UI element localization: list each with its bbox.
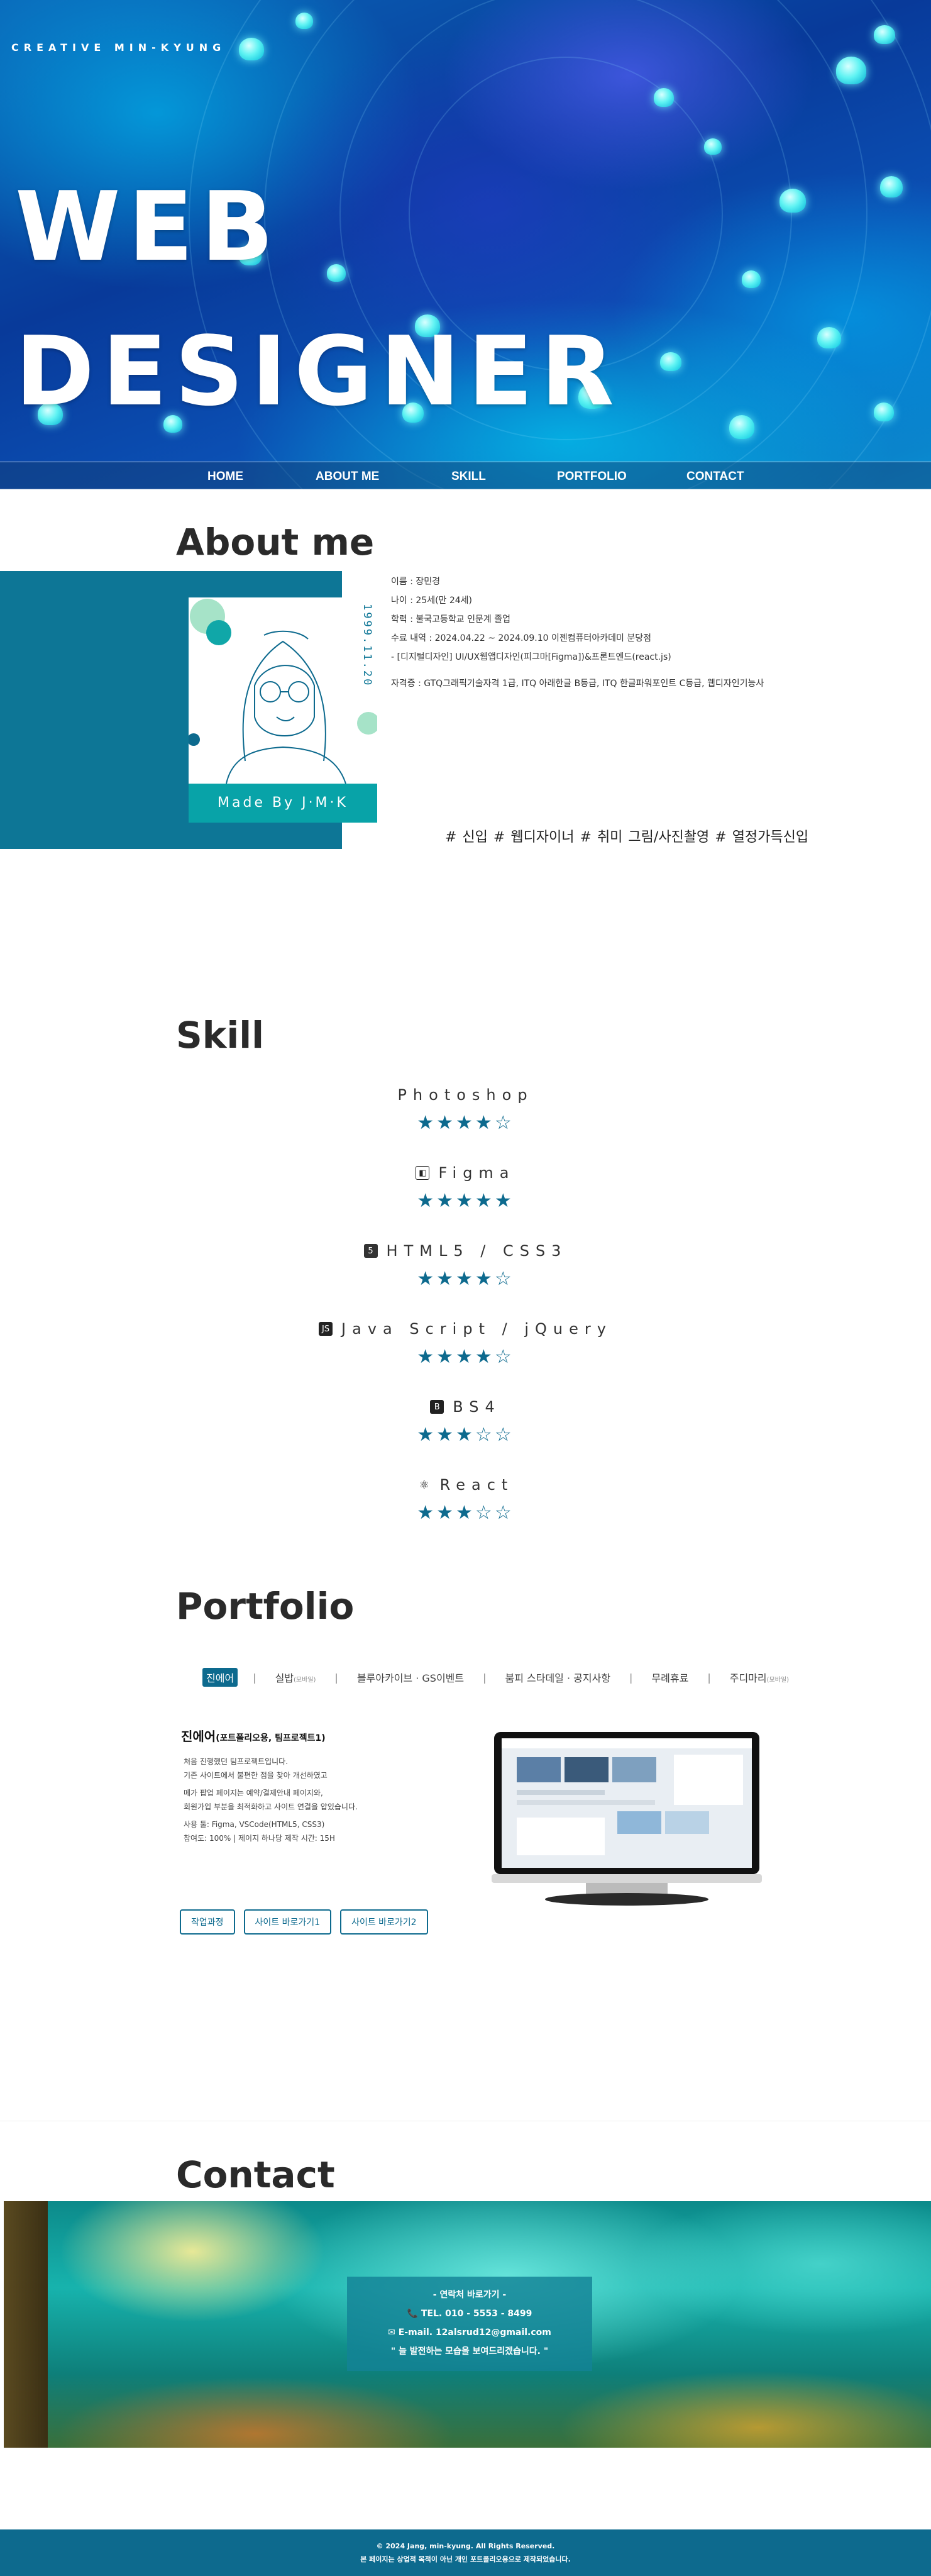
portfolio-buttons: 작업과정 사이트 바로가기1 사이트 바로가기2 xyxy=(180,1909,428,1935)
jellyfish-image xyxy=(874,25,895,44)
tab-separator: | xyxy=(334,1671,338,1684)
skill-item: Photoshop ★★★★☆ xyxy=(0,1084,931,1136)
skill-name: Photoshop xyxy=(397,1086,534,1104)
about-info: 이름 : 장민경 나이 : 25세(만 24세) 학력 : 불국고등학교 인문계… xyxy=(391,572,764,693)
nav-contact[interactable]: CONTACT xyxy=(686,470,744,484)
contact-title: Contact xyxy=(176,2153,335,2196)
footer: © 2024 Jang, min-kyung. All Rights Reser… xyxy=(0,2529,931,2576)
skill-item: ◧ Figma ★★★★★ xyxy=(0,1162,931,1214)
portfolio-tab-silbap[interactable]: 실밥(모바일) xyxy=(272,1668,320,1687)
skill-item: JS Java Script / jQuery ★★★★☆ xyxy=(0,1318,931,1370)
skill-item: 5 HTML5 / CSS3 ★★★★☆ xyxy=(0,1240,931,1292)
skill-name: HTML5 / CSS3 xyxy=(386,1242,568,1260)
about-title: About me xyxy=(176,521,375,564)
jellyfish-image xyxy=(327,264,346,282)
jellyfish-image xyxy=(836,57,866,84)
react-icon: ⚛ xyxy=(419,1478,429,1492)
contact-heading: - 연락처 바로가기 - xyxy=(432,2290,507,2300)
contact-phone-link[interactable]: 📞 TEL. 010 - 5553 - 8499 xyxy=(347,2304,592,2323)
jellyfish-image xyxy=(654,88,674,107)
info-education: 학력 : 불국고등학교 인문계 졸업 xyxy=(391,614,510,625)
tab-separator: | xyxy=(629,1671,633,1684)
site-link-1-button[interactable]: 사이트 바로가기1 xyxy=(243,1909,332,1935)
info-certificates: 자격증 : GTQ그래픽기술자격 1급, ITQ 아래한글 B등급, ITQ 한… xyxy=(391,679,764,689)
skill-rating: ★★★★☆ xyxy=(417,1112,514,1134)
skill-rating: ★★★☆☆ xyxy=(417,1502,514,1524)
portfolio-tab-bluearchive[interactable]: 블루아카이브 · GS이벤트 xyxy=(353,1668,468,1687)
jellyfish-image xyxy=(874,402,894,421)
tab-separator: | xyxy=(253,1671,256,1684)
portfolio-tab-startdale[interactable]: 붐피 스타데일 · 공지사항 xyxy=(502,1668,615,1687)
process-button[interactable]: 작업과정 xyxy=(180,1909,235,1935)
skill-name: BS4 xyxy=(453,1398,501,1416)
nav-portfolio[interactable]: PORTFOLIO xyxy=(557,470,627,484)
jellyfish-image xyxy=(704,138,722,155)
jellyfish-image xyxy=(742,270,761,288)
wood-post xyxy=(4,2201,48,2448)
skill-rating: ★★★★☆ xyxy=(417,1346,514,1368)
profile-illustration xyxy=(187,599,380,784)
jellyfish-image xyxy=(660,352,681,371)
hero-title-line2: DESIGNER xyxy=(15,316,622,427)
skill-item: B BS4 ★★★☆☆ xyxy=(0,1396,931,1448)
hero-section: CREATIVE MIN-KYUNG WEB DESIGNER HOME ABO… xyxy=(0,0,931,489)
skill-name: Java Script / jQuery xyxy=(341,1320,612,1338)
jellyfish-image xyxy=(295,13,313,29)
project-title: 진에어(포트폴리오용, 팀프로젝트1) xyxy=(181,1729,326,1744)
skill-name: Figma xyxy=(438,1164,515,1182)
skill-item: ⚛ React ★★★☆☆ xyxy=(0,1474,931,1526)
monitor-mockup-image xyxy=(492,1732,762,1906)
portfolio-tab-jinair[interactable]: 진에어 xyxy=(202,1668,238,1687)
portfolio-tab-vacation[interactable]: 무례휴료 xyxy=(647,1668,692,1687)
jellyfish-image xyxy=(817,327,841,348)
profile-card: Made By J·M·K xyxy=(187,597,380,823)
info-course: 수료 내역 : 2024.04.22 ~ 2024.09.10 이젠컴퓨터아카데… xyxy=(391,633,651,643)
jellyfish-image xyxy=(780,189,806,213)
nav-about-me[interactable]: ABOUT ME xyxy=(316,470,379,484)
contact-message: " 늘 발전하는 모습을 보여드리겠습니다. " xyxy=(390,2346,549,2357)
portfolio-tabs: 진에어 | 실밥(모바일) | 블루아카이브 · GS이벤트 | 붐피 스타데일… xyxy=(202,1668,793,1687)
info-age: 나이 : 25세(만 24세) xyxy=(391,596,473,606)
hero-title-line1: WEB xyxy=(15,171,282,282)
tab-separator: | xyxy=(483,1671,487,1684)
skill-title: Skill xyxy=(176,1014,264,1057)
jellyfish-image xyxy=(239,38,264,60)
figma-icon: ◧ xyxy=(416,1166,430,1180)
footer-notice: 본 페이지는 상업적 목적이 아닌 개인 포트폴리오용으로 제작되었습니다. xyxy=(360,2555,571,2563)
project-description: 처음 진행했던 팀프로젝트입니다. 기존 사이트에서 불편한 점을 찾아 개선하… xyxy=(184,1757,358,1843)
portfolio-tab-judimari[interactable]: 주디마리(모바일) xyxy=(726,1668,793,1687)
bootstrap-icon: B xyxy=(430,1400,444,1414)
html5-icon: 5 xyxy=(363,1244,378,1258)
skill-rating: ★★★★★ xyxy=(417,1190,514,1212)
jellyfish-image xyxy=(729,415,754,439)
footer-copyright: © 2024 Jang, min-kyung. All Rights Reser… xyxy=(376,2542,555,2550)
contact-email-link[interactable]: ✉ E-mail. 12alsrud12@gmail.com xyxy=(347,2323,592,2342)
skill-name: React xyxy=(439,1476,514,1494)
jellyfish-image xyxy=(880,176,903,197)
tab-separator: | xyxy=(707,1671,711,1684)
main-nav: HOME ABOUT ME SKILL PORTFOLIO CONTACT xyxy=(0,462,931,489)
skill-rating: ★★★☆☆ xyxy=(417,1424,514,1446)
about-tags: # 신입 # 웹디자이너 # 취미 그림/사진촬영 # 열정가득신입 xyxy=(445,830,809,845)
portfolio-title: Portfolio xyxy=(176,1585,355,1628)
nav-home[interactable]: HOME xyxy=(207,470,243,484)
profile-caption: Made By J·M·K xyxy=(189,784,377,823)
skill-rating: ★★★★☆ xyxy=(417,1268,514,1290)
info-course-detail: - [디지털디자인] UI/UX웹앱디자인(피그마[Figma])&프론트엔드(… xyxy=(391,652,671,662)
nav-skill[interactable]: SKILL xyxy=(451,470,486,484)
contact-box: - 연락처 바로가기 - 📞 TEL. 010 - 5553 - 8499 ✉ … xyxy=(347,2277,592,2371)
birth-date: 1999.11.20 xyxy=(361,604,373,687)
site-link-2-button[interactable]: 사이트 바로가기2 xyxy=(340,1909,428,1935)
info-name: 이름 : 장민경 xyxy=(391,577,441,587)
brand-logo[interactable]: CREATIVE MIN-KYUNG xyxy=(11,42,226,53)
js-icon: JS xyxy=(319,1322,333,1336)
